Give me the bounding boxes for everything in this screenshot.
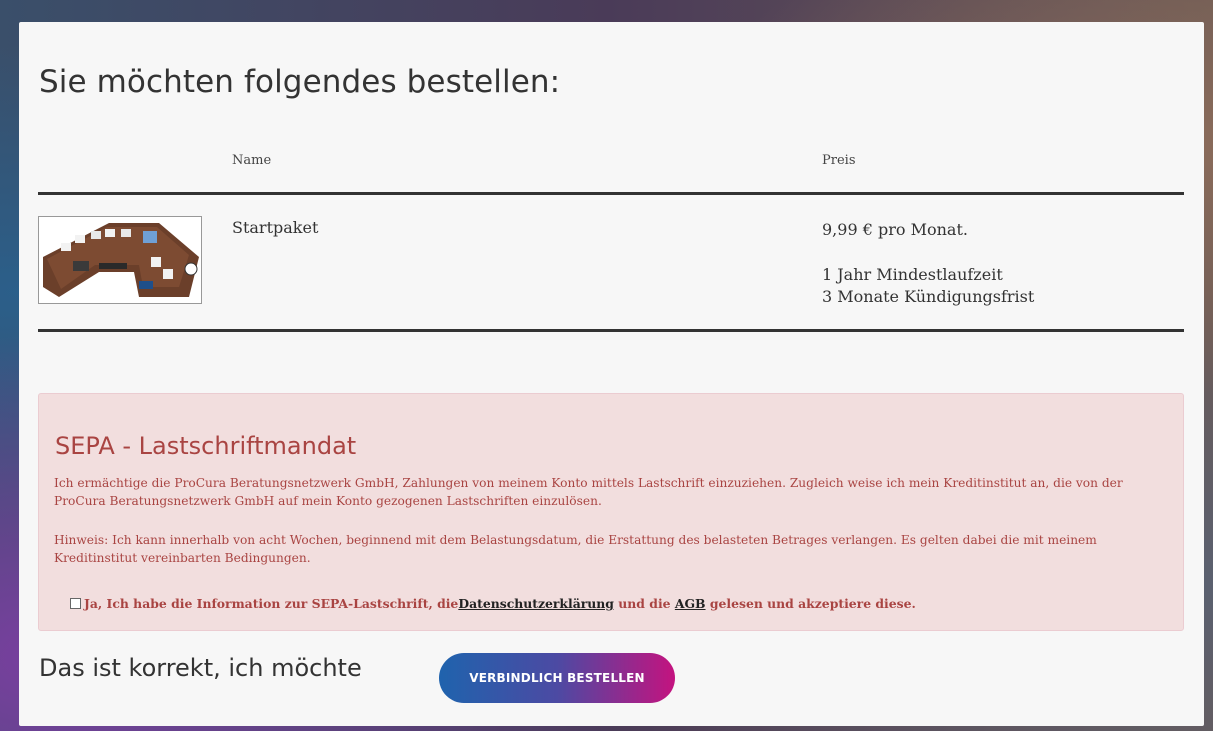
page-title: Sie möchten folgendes bestellen: bbox=[39, 64, 561, 100]
contract-terms: 1 Jahr Mindestlaufzeit 3 Monate Kündigun… bbox=[822, 264, 1034, 308]
minimum-term: 1 Jahr Mindestlaufzeit bbox=[822, 265, 1003, 284]
consent-text-before: Ja, Ich habe die Information zur SEPA-La… bbox=[84, 596, 459, 611]
agb-link[interactable]: AGB bbox=[675, 596, 706, 611]
privacy-policy-link[interactable]: Datenschutzerklärung bbox=[458, 596, 614, 611]
product-price: 9,99 € pro Monat. bbox=[822, 220, 968, 239]
table-divider-top bbox=[38, 192, 1184, 195]
confirm-text: Das ist korrekt, ich möchte bbox=[39, 654, 362, 682]
table-divider-bottom bbox=[38, 329, 1184, 332]
column-header-name: Name bbox=[232, 153, 272, 168]
sepa-mandate-alert: SEPA - Lastschriftmandat Ich ermächtige … bbox=[38, 393, 1184, 631]
order-card: Sie möchten folgendes bestellen: Name Pr… bbox=[19, 22, 1204, 726]
product-thumbnail bbox=[38, 216, 202, 304]
product-name: Startpaket bbox=[232, 218, 319, 237]
consent-text-middle: und die bbox=[613, 596, 675, 611]
cancellation-period: 3 Monate Kündigungsfrist bbox=[822, 287, 1035, 306]
sepa-authorization-text: Ich ermächtige die ProCura Beratungsnetz… bbox=[54, 476, 1123, 508]
sepa-title: SEPA - Lastschriftmandat bbox=[55, 432, 357, 460]
consent-checkbox[interactable] bbox=[70, 598, 81, 609]
sepa-notice-text: Hinweis: Ich kann innerhalb von acht Woc… bbox=[54, 533, 1097, 565]
place-order-button[interactable]: VERBINDLICH BESTELLEN bbox=[439, 653, 675, 703]
column-header-price: Preis bbox=[822, 153, 856, 168]
consent-text-after: gelesen und akzeptiere diese. bbox=[705, 596, 916, 611]
sepa-consent: Ja, Ich habe die Information zur SEPA-La… bbox=[70, 596, 916, 611]
